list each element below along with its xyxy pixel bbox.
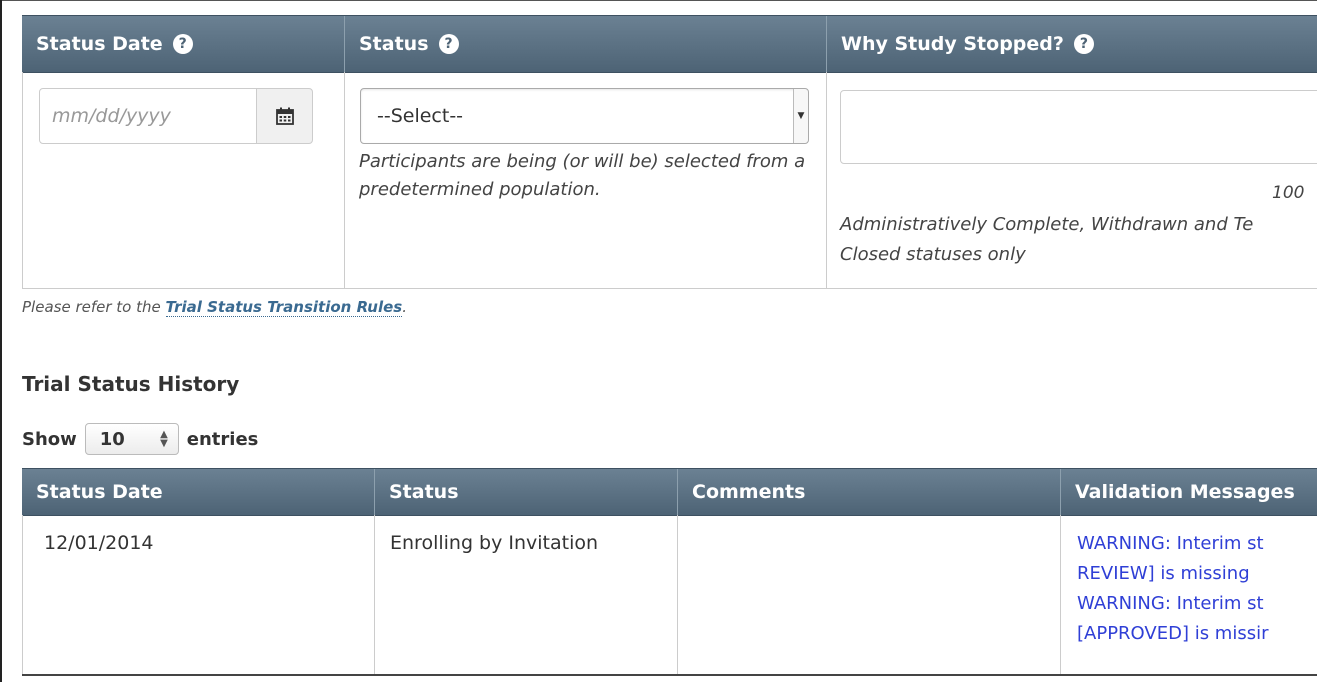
entries-per-page-select[interactable]: 10 ▲ ▼ [84, 423, 179, 455]
validation-message: WARNING: Interim st [1077, 593, 1264, 614]
entries-label: entries [186, 428, 259, 450]
validation-message: WARNING: Interim st [1077, 533, 1264, 554]
entries-per-page-value: 10 [99, 428, 125, 450]
column-validation-messages[interactable]: Validation Messages [1061, 469, 1317, 515]
refer-note-prefix: Please refer to the [22, 298, 166, 316]
show-label: Show [22, 428, 77, 450]
header-status: Status ? [345, 16, 826, 72]
status-help-text: Participants are being (or will be) sele… [359, 151, 806, 200]
validation-message: [APPROVED] is missir [1077, 623, 1269, 644]
why-stopped-input[interactable] [840, 90, 1317, 164]
status-select[interactable]: --Select-- ▼ [360, 88, 809, 144]
spinner-arrows-icon: ▲ ▼ [160, 429, 168, 449]
character-count: 100 [1272, 183, 1305, 203]
history-header-row: Status Date Status Comments Validation M… [22, 468, 1317, 516]
row-status-date: 12/01/2014 [44, 532, 154, 554]
column-status[interactable]: Status [375, 469, 677, 515]
row-divider [374, 515, 375, 674]
validation-message: REVIEW] is missing [1077, 563, 1250, 584]
header-status-date: Status Date ? [22, 16, 344, 72]
row-validation-messages: WARNING: Interim st REVIEW] is missing W… [1077, 529, 1269, 649]
why-stopped-help-text: Administratively Complete, Withdrawn and… [840, 210, 1317, 270]
why-help-line-2: Closed statuses only [840, 244, 1026, 265]
question-circle-icon[interactable]: ? [438, 34, 459, 54]
chevron-down-icon: ▼ [793, 89, 808, 143]
calendar-icon [275, 107, 294, 125]
show-entries-control: Show 10 ▲ ▼ entries [22, 423, 258, 455]
question-circle-icon[interactable]: ? [172, 34, 193, 54]
status-select-value: --Select-- [377, 105, 464, 127]
row-divider [677, 515, 678, 674]
section-title: Trial Status History [22, 372, 240, 396]
why-help-line-1: Administratively Complete, Withdrawn and… [840, 214, 1254, 235]
header-status-label: Status [359, 33, 429, 55]
body-divider [826, 72, 827, 289]
status-date-input[interactable]: mm/dd/yyyy [39, 88, 257, 144]
column-comments[interactable]: Comments [678, 469, 1060, 515]
header-status-date-label: Status Date [36, 33, 163, 55]
refer-note: Please refer to the Trial Status Transit… [22, 298, 408, 317]
header-why-stopped-label: Why Study Stopped? [841, 33, 1064, 55]
status-date-placeholder: mm/dd/yyyy [52, 105, 171, 127]
transition-rules-link[interactable]: Trial Status Transition Rules [165, 298, 403, 317]
frame-left-border [0, 0, 2, 682]
frame-top-border [0, 0, 1317, 1]
form-header-row: Status Date ? Status ? Why Study Stopped… [22, 15, 1317, 73]
calendar-button[interactable] [256, 88, 313, 144]
refer-note-suffix: . [402, 298, 408, 316]
table-bottom-border [22, 674, 1317, 676]
column-status-date[interactable]: Status Date [22, 469, 374, 515]
row-status: Enrolling by Invitation [390, 532, 599, 554]
body-divider [344, 72, 345, 289]
question-circle-icon[interactable]: ? [1073, 34, 1094, 54]
header-why-stopped: Why Study Stopped? ? [827, 16, 1317, 72]
row-divider [1060, 515, 1061, 674]
